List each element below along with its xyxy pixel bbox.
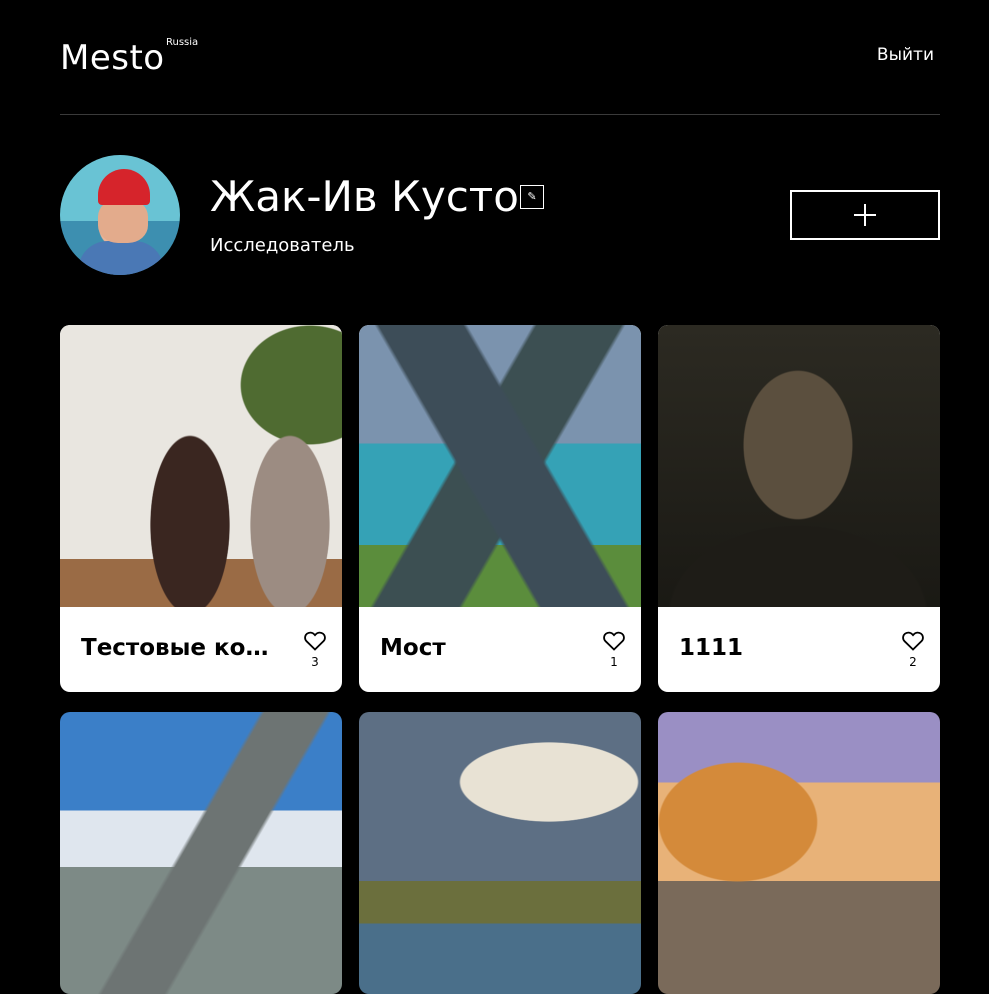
card-image[interactable] (658, 325, 940, 607)
card-title: Тестовые кошки (81, 635, 281, 661)
like-count: 3 (311, 655, 319, 669)
like-count: 1 (610, 655, 618, 669)
add-card-button[interactable] (790, 190, 940, 240)
logo[interactable]: Mesto (60, 38, 165, 78)
card-caption: Тестовые кошки 3 (60, 607, 342, 692)
logo-region: Russia (166, 37, 199, 48)
card-title: Мост (380, 635, 446, 661)
page: Mesto Russia Выйти Жак-Ив Кусто ✎ Исслед… (0, 0, 989, 994)
card-title: 1111 (679, 635, 744, 661)
card (60, 712, 342, 994)
heart-icon[interactable] (603, 631, 625, 651)
card-caption: 1111 2 (658, 607, 940, 692)
card-image[interactable] (359, 325, 641, 607)
like-count: 2 (909, 655, 917, 669)
card: 1111 2 (658, 325, 940, 692)
profile-about: Исследователь (210, 235, 355, 256)
logout-link[interactable]: Выйти (877, 44, 934, 66)
profile-name: Жак-Ив Кусто (210, 172, 519, 221)
heart-icon[interactable] (902, 631, 924, 651)
pencil-icon: ✎ (527, 190, 537, 203)
card: Тестовые кошки 3 (60, 325, 342, 692)
card-caption: Мост 1 (359, 607, 641, 692)
edit-profile-button[interactable]: ✎ (520, 185, 544, 209)
card (658, 712, 940, 994)
card: Мост 1 (359, 325, 641, 692)
card (359, 712, 641, 994)
header: Mesto Russia Выйти (60, 0, 940, 115)
card-image[interactable] (60, 712, 342, 994)
card-image[interactable] (359, 712, 641, 994)
card-image[interactable] (658, 712, 940, 994)
heart-icon[interactable] (304, 631, 326, 651)
plus-icon (854, 204, 876, 226)
avatar[interactable] (60, 155, 180, 275)
card-image[interactable] (60, 325, 342, 607)
